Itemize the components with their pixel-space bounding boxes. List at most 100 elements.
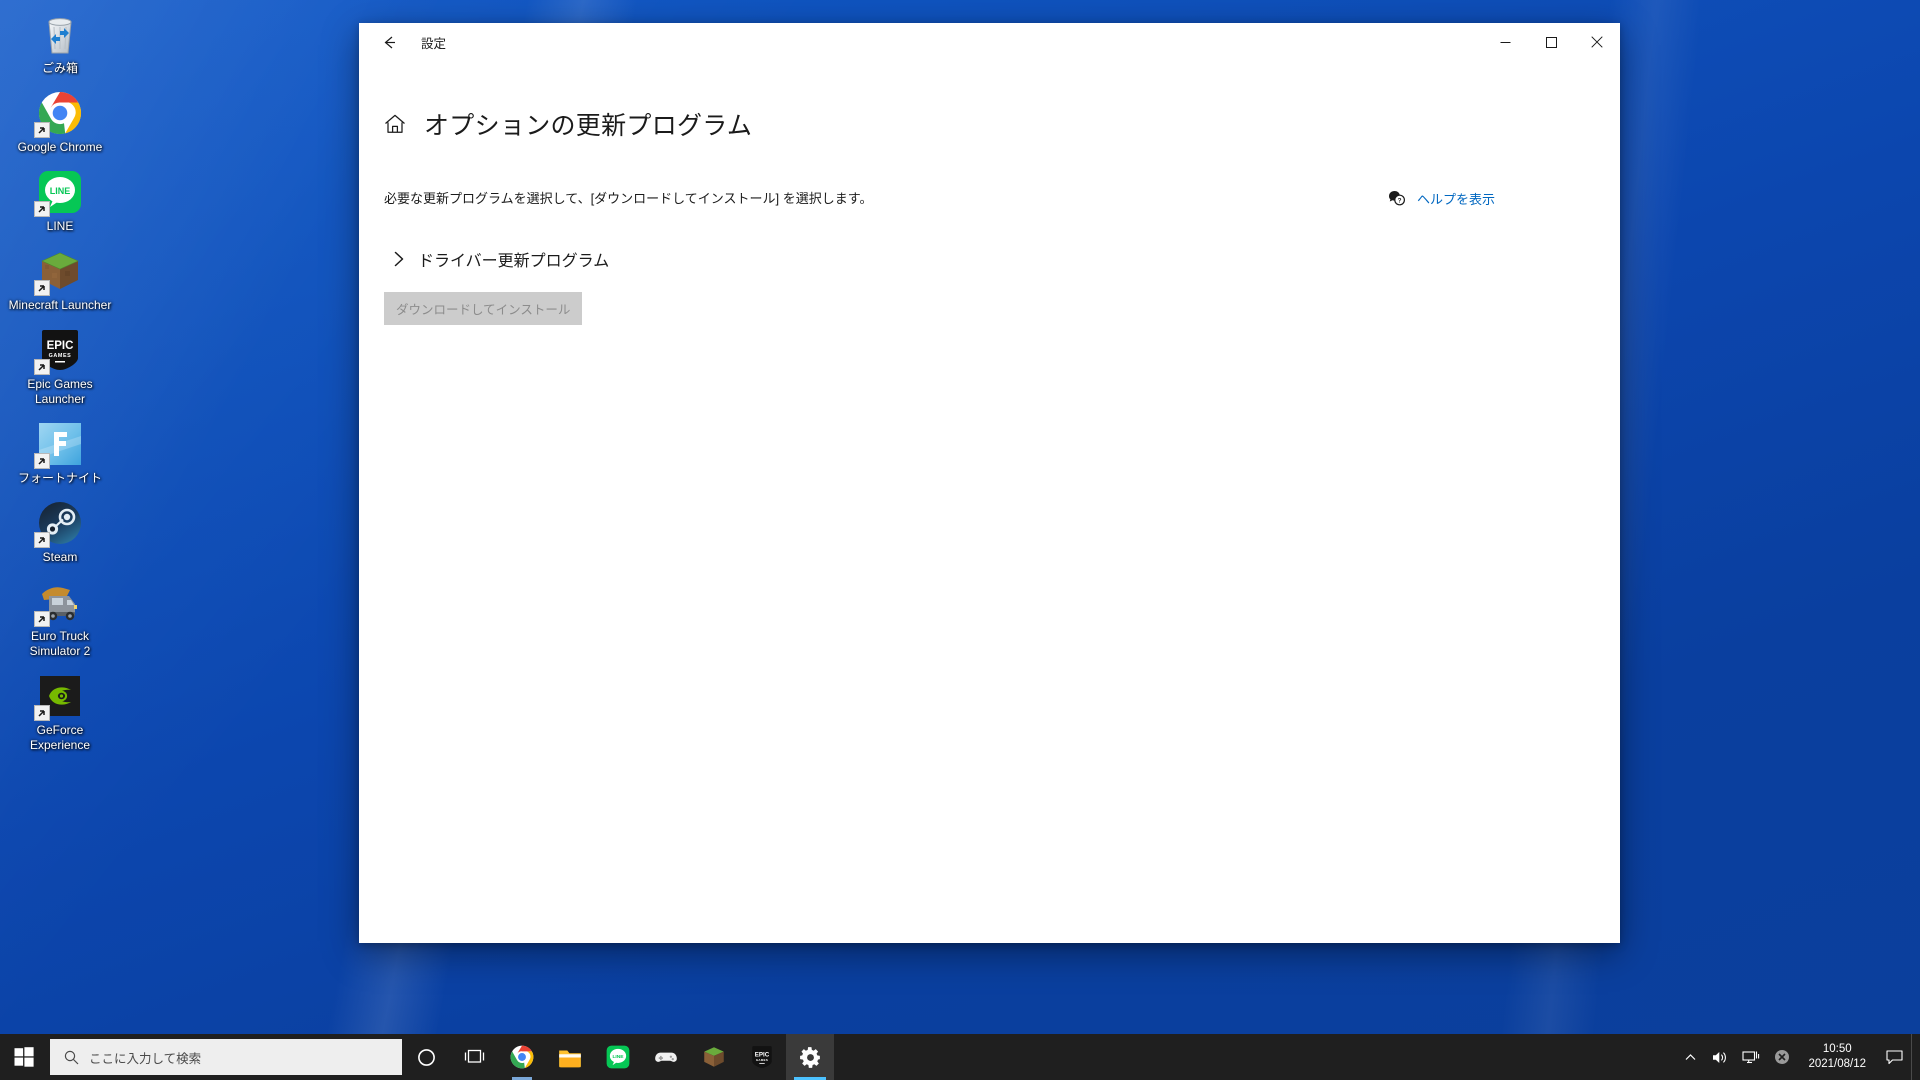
show-hidden-icons-button[interactable]	[1677, 1034, 1704, 1080]
desktop-icon-label: Steam	[42, 550, 78, 564]
fortnite-icon	[34, 420, 84, 469]
euro-truck-simulator-2-icon	[34, 578, 84, 627]
error-status-button[interactable]	[1767, 1034, 1797, 1080]
minecraft-launcher-icon	[34, 247, 84, 296]
taskbar-app-line[interactable]: LINE	[594, 1034, 642, 1080]
desktop-icon-line[interactable]: LINE LINE	[8, 168, 112, 234]
taskbar[interactable]: ここに入力して検索 LINE EPIC GAMES 10:50 2021/08/…	[0, 1034, 1920, 1080]
svg-text:GAMES: GAMES	[49, 353, 72, 359]
system-tray: 10:50 2021/08/12	[1677, 1034, 1920, 1080]
show-help-link[interactable]: ヘルプを表示	[1417, 189, 1495, 208]
page-title: オプションの更新プログラム	[424, 111, 753, 140]
google-chrome-icon	[34, 89, 84, 138]
desktop-icon-label: GeForce Experience	[29, 723, 91, 752]
desktop-icon-google-chrome[interactable]: Google Chrome	[8, 89, 112, 155]
start-button[interactable]	[0, 1034, 48, 1080]
desktop-icon-minecraft-launcher[interactable]: Minecraft Launcher	[8, 247, 112, 313]
desktop-icon-epic-games-launcher[interactable]: EPIC GAMES Epic Games Launcher	[8, 326, 112, 407]
shortcut-arrow-badge	[34, 359, 50, 375]
close-button[interactable]	[1574, 23, 1620, 61]
page-description: 必要な更新プログラムを選択して、[ダウンロードしてインストール] を選択します。	[384, 190, 873, 206]
driver-updates-expander[interactable]: ドライバー更新プログラム	[384, 243, 614, 275]
shortcut-arrow-badge	[34, 122, 50, 138]
help-area[interactable]: ? ヘルプを表示	[1388, 189, 1495, 208]
start-windows-icon	[14, 1047, 34, 1067]
settings-window[interactable]: 設定 オプションの更新プログラム 必要な更新プログラムを選択して、[ダウンロード…	[359, 23, 1620, 943]
desktop-icon-label: LINE	[46, 219, 74, 233]
driver-updates-section: ドライバー更新プログラム ダウンロードしてインストール	[384, 243, 1620, 325]
gear-icon	[799, 1046, 820, 1068]
desktop[interactable]: ごみ箱 Google Chrome LINE LINE Minecraft La…	[0, 0, 1920, 1080]
notification-center-button[interactable]	[1877, 1034, 1911, 1080]
shortcut-arrow-badge	[34, 201, 50, 217]
back-arrow-icon	[384, 36, 395, 48]
shortcut-arrow-badge	[34, 280, 50, 296]
window-titlebar[interactable]: 設定	[359, 23, 1620, 61]
desktop-icon-label: Minecraft Launcher	[8, 298, 112, 312]
clock-time: 10:50	[1822, 1043, 1852, 1055]
cortana-icon	[417, 1048, 435, 1066]
driver-updates-label: ドライバー更新プログラム	[418, 252, 610, 270]
error-badge-icon	[1775, 1050, 1790, 1064]
steam-icon	[34, 499, 84, 548]
chevron-up-icon	[1686, 1053, 1696, 1060]
desktop-icon-label: Epic Games Launcher	[27, 377, 93, 406]
geforce-experience-icon	[34, 672, 84, 721]
svg-text:LINE: LINE	[50, 186, 71, 196]
search-placeholder: ここに入力して検索	[89, 1051, 202, 1066]
svg-text:GAMES: GAMES	[756, 1058, 768, 1062]
desktop-icon-label: Google Chrome	[17, 140, 103, 154]
clock-date: 2021/08/12	[1808, 1058, 1866, 1070]
show-desktop-button[interactable]	[1911, 1034, 1920, 1080]
description-row: 必要な更新プログラムを選択して、[ダウンロードしてインストール] を選択します。…	[384, 189, 1595, 209]
minimize-icon	[1500, 41, 1510, 43]
desktop-icon-geforce-experience[interactable]: GeForce Experience	[8, 672, 112, 753]
settings-page-body: オプションの更新プログラム 必要な更新プログラムを選択して、[ダウンロードしてイ…	[359, 61, 1620, 943]
volume-speaker-icon	[1713, 1051, 1727, 1063]
task-view-button[interactable]	[450, 1034, 498, 1080]
search-input[interactable]: ここに入力して検索	[50, 1039, 402, 1075]
minimize-button[interactable]	[1482, 23, 1528, 61]
window-title: 設定	[421, 36, 447, 51]
home-icon[interactable]	[384, 113, 406, 135]
page-header: オプションの更新プログラム	[384, 89, 1620, 159]
shortcut-arrow-badge	[34, 705, 50, 721]
taskbar-app-settings[interactable]	[786, 1034, 834, 1080]
desktop-icon-euro-truck-simulator-2[interactable]: Euro Truck Simulator 2	[8, 578, 112, 659]
volume-button[interactable]	[1704, 1034, 1735, 1080]
svg-text:EPIC: EPIC	[47, 340, 74, 352]
network-button[interactable]	[1735, 1034, 1767, 1080]
desktop-icon-fortnite[interactable]: フォートナイト	[8, 420, 112, 486]
desktop-icon-label: フォートナイト	[17, 471, 102, 485]
cortana-button[interactable]	[402, 1034, 450, 1080]
download-and-install-button[interactable]: ダウンロードしてインストール	[384, 291, 583, 325]
svg-text:?: ?	[1398, 197, 1402, 204]
shortcut-arrow-badge	[34, 611, 50, 627]
taskbar-app-google-chrome[interactable]	[498, 1034, 546, 1080]
chevron-right-icon	[394, 251, 404, 266]
close-icon	[1591, 36, 1603, 48]
shortcut-arrow-badge	[34, 532, 50, 548]
back-button[interactable]	[367, 26, 411, 58]
shortcut-arrow-badge	[34, 453, 50, 469]
line-icon: LINE	[34, 168, 84, 217]
desktop-icon-label: Euro Truck Simulator 2	[29, 629, 91, 658]
help-question-bubble-icon: ?	[1388, 191, 1405, 206]
clock[interactable]: 10:50 2021/08/12	[1797, 1034, 1877, 1080]
desktop-icon-steam[interactable]: Steam	[8, 499, 112, 565]
search-icon	[64, 1050, 79, 1064]
taskbar-app-xbox-game-bar[interactable]	[642, 1034, 690, 1080]
desktop-icon-recycle-bin[interactable]: ごみ箱	[8, 10, 112, 76]
task-view-icon	[464, 1049, 484, 1063]
desktop-icon-label: ごみ箱	[41, 61, 78, 75]
network-monitor-icon	[1742, 1050, 1760, 1063]
desktop-icon-grid: ごみ箱 Google Chrome LINE LINE Minecraft La…	[8, 10, 112, 766]
epic-games-launcher-icon: EPIC GAMES	[34, 326, 84, 375]
taskbar-app-epic-games[interactable]: EPIC GAMES	[738, 1034, 786, 1080]
taskbar-app-minecraft[interactable]	[690, 1034, 738, 1080]
maximize-icon	[1545, 36, 1557, 48]
taskbar-app-file-explorer[interactable]	[546, 1034, 594, 1080]
notification-center-icon	[1885, 1049, 1903, 1064]
recycle-bin-icon	[36, 10, 84, 58]
maximize-button[interactable]	[1528, 23, 1574, 61]
